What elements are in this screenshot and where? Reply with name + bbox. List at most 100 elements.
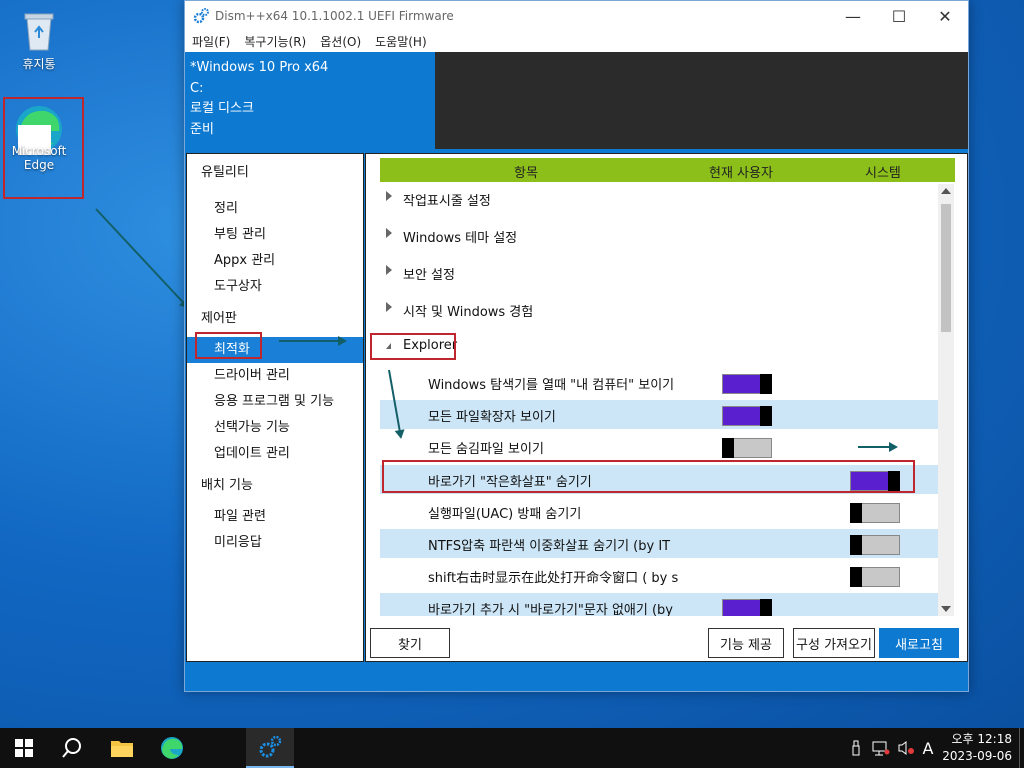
category-label: 작업표시줄 설정 [403,194,491,209]
annotation-explorer-box [370,333,456,360]
close-button[interactable]: ✕ [922,1,968,31]
setting-row[interactable]: 바로가기 추가 시 "바로가기"문자 없애기 (by [380,593,938,616]
expand-caret-icon[interactable] [386,228,392,238]
col-item-header[interactable]: 항목 [514,162,538,181]
annotation-optimize-box [195,332,262,359]
user-toggle[interactable] [722,438,772,458]
col-user-header[interactable]: 현재 사용자 [709,162,773,181]
window-title: Dism++x64 10.1.1002.1 UEFI Firmware [215,9,454,23]
toggle-knob [722,438,734,458]
setting-row[interactable]: 모든 파일확장자 보이기 [380,400,938,429]
import-config-button[interactable]: 구성 가져오기 [793,628,875,658]
category-start[interactable]: 시작 및 Windows 경험 [380,295,938,324]
scroll-up-icon[interactable] [941,188,951,194]
setting-label: 모든 숨김파일 보이기 [428,442,544,457]
nav-item-features[interactable]: 선택가능 기능 [187,415,363,441]
gear-icon [193,8,209,24]
system-toggle[interactable] [850,535,900,555]
nav-item-cleanup[interactable]: 정리 [187,196,363,222]
grid-header: 항목 현재 사용자 시스템 [380,158,955,182]
setting-row[interactable]: NTFS압축 파란색 이중화살표 숨기기 (by IT [380,529,938,558]
annotation-shortcut-box [382,460,915,493]
setting-row[interactable]: Windows 탐색기를 열때 "내 컴퓨터" 보이기 [380,368,938,397]
provide-feature-button[interactable]: 기능 제공 [708,628,784,658]
system-toggle[interactable] [850,567,900,587]
client-area: 유틸리티 정리 부팅 관리 Appx 관리 도구상자 제어판 최적화 드라이버 … [185,149,968,691]
setting-label: NTFS압축 파란색 이중화살표 숨기기 (by IT [428,539,671,554]
grid-body: 작업표시줄 설정 Windows 테마 설정 보안 설정 시작 및 Window… [380,184,938,616]
edge-icon [161,737,183,759]
system-toggle[interactable] [850,503,900,523]
session-info-panel[interactable]: *Windows 10 Pro x64 C: 로컬 디스크 준비 [185,52,435,149]
start-button[interactable] [0,728,48,768]
maximize-button[interactable]: ☐ [876,1,922,31]
network-icon [872,741,890,756]
toggle-knob [760,374,772,394]
user-toggle[interactable] [722,599,772,616]
setting-row[interactable]: 모든 숨김파일 보이기 [380,432,938,461]
category-theme[interactable]: Windows 테마 설정 [380,221,938,250]
nav-group-control: 제어판 [201,311,237,326]
setting-label: shift右击时显示在此处打开命令窗口 ( by s [428,571,679,586]
ime-indicator[interactable]: A [918,728,938,768]
toggle-knob [760,599,772,616]
category-explorer[interactable]: Explorer [380,332,938,361]
minimize-button[interactable]: — [830,1,876,31]
nav-item-apps[interactable]: 응용 프로그램 및 기능 [187,389,363,415]
user-toggle[interactable] [722,406,772,426]
setting-row[interactable]: 실행파일(UAC) 방패 숨기기 [380,497,938,526]
search-button[interactable] [48,728,96,768]
grid-scrollbar[interactable] [938,184,954,616]
menu-file[interactable]: 파일(F) [192,33,230,50]
recycle-bin-icon[interactable]: 휴지통 [9,8,69,72]
optimize-panel: 항목 현재 사용자 시스템 작업표시줄 설정 Windows 테마 설정 보안 … [365,153,968,662]
expand-caret-icon[interactable] [386,265,392,275]
setting-row[interactable]: shift右击时显示在此处打开命令窗口 ( by s [380,561,938,590]
status-label: 준비 [190,121,214,137]
nav-panel: 유틸리티 정리 부팅 관리 Appx 관리 도구상자 제어판 최적화 드라이버 … [186,153,364,662]
edge-taskbar-button[interactable] [148,728,196,768]
col-system-header[interactable]: 시스템 [865,162,901,181]
recycle-bin-label: 휴지통 [22,57,56,71]
show-desktop-button[interactable] [1019,728,1024,768]
volume-tray-icon[interactable] [895,728,917,768]
nav-item-updates[interactable]: 업데이트 관리 [187,441,363,467]
refresh-button[interactable]: 새로고침 [879,628,959,658]
nav-item-answer[interactable]: 미리응답 [187,530,363,556]
expand-caret-icon[interactable] [386,191,392,201]
network-tray-icon[interactable] [870,728,892,768]
category-label: Windows 테마 설정 [403,231,518,246]
toggle-knob [850,535,862,555]
expand-caret-icon[interactable] [386,302,392,312]
usb-tray-icon[interactable] [846,728,866,768]
nav-item-appx[interactable]: Appx 관리 [187,248,363,274]
toggle-knob [760,406,772,426]
search-icon [62,738,81,758]
menu-help[interactable]: 도움말(H) [375,33,427,50]
category-security[interactable]: 보안 설정 [380,258,938,287]
dism-taskbar-button[interactable] [246,728,294,768]
category-label: 시작 및 Windows 경험 [403,305,534,320]
scroll-thumb[interactable] [941,204,951,332]
nav-item-files[interactable]: 파일 관련 [187,504,363,530]
annotation-arrow-desktop [95,208,189,308]
nav-item-drivers[interactable]: 드라이버 관리 [187,363,363,389]
find-button[interactable]: 찾기 [370,628,450,658]
setting-label: 실행파일(UAC) 방패 숨기기 [428,507,582,522]
folder-icon [111,741,133,757]
windows-logo-icon [15,739,33,757]
menu-options[interactable]: 옵션(O) [320,33,361,50]
scroll-down-icon[interactable] [941,606,951,612]
setting-label: 모든 파일확장자 보이기 [428,410,556,425]
drive-label: C: [190,80,204,96]
session-list-area [435,52,968,149]
nav-group-utility: 유틸리티 [201,165,249,180]
nav-item-toolbox[interactable]: 도구상자 [187,274,363,300]
file-explorer-button[interactable] [98,728,146,768]
clock[interactable]: 오후 12:18 2023-09-06 [942,731,1012,765]
category-taskbar[interactable]: 작업표시줄 설정 [380,184,938,213]
user-toggle[interactable] [722,374,772,394]
menu-recovery[interactable]: 복구기능(R) [244,33,306,50]
nav-item-boot[interactable]: 부팅 관리 [187,222,363,248]
volume-muted-icon [898,741,914,755]
